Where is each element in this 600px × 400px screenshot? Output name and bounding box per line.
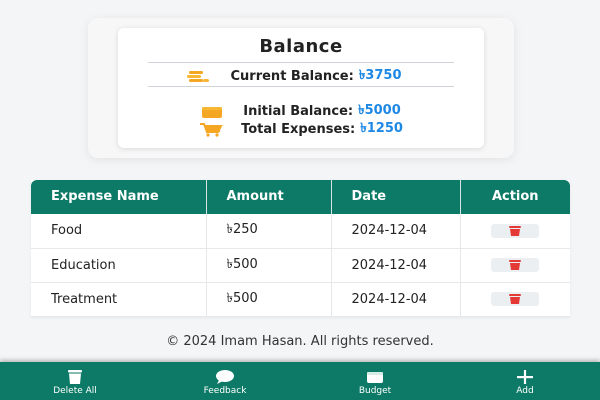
date-cell: 2024-12-04 — [331, 214, 461, 249]
amount-cell: ৳250 — [206, 214, 332, 249]
plus-icon — [517, 370, 533, 384]
chat-icon — [216, 370, 234, 384]
expense-table: Expense Name Amount Date Action Food ৳25… — [31, 180, 570, 317]
current-balance-value: ৳3750 — [358, 68, 402, 83]
trash-icon — [509, 294, 522, 304]
current-balance-row: Current Balance: ৳3750 — [118, 66, 484, 87]
divider — [148, 86, 454, 87]
header-action: Action — [491, 189, 539, 204]
action-cell — [460, 248, 570, 283]
bottom-nav: Delete All Feedback Budget Add — [0, 362, 600, 400]
cart-icon — [199, 122, 223, 137]
balance-title: Balance — [259, 36, 343, 57]
current-balance-label: Current Balance: — [230, 69, 354, 84]
trash-icon — [68, 370, 82, 384]
total-expenses-value: ৳1250 — [360, 121, 403, 136]
table-header-row: Expense Name Amount Date Action — [31, 180, 570, 214]
action-cell — [460, 214, 570, 249]
nav-label: Delete All — [53, 386, 97, 396]
action-cell — [460, 282, 570, 317]
wallet-icon — [201, 105, 223, 119]
total-expenses-row: Total Expenses: ৳1250 — [118, 119, 484, 140]
nav-add-button[interactable]: Add — [450, 362, 600, 400]
initial-balance-label: Initial Balance: — [243, 104, 354, 119]
table-row: Food ৳250 2024-12-04 — [31, 214, 570, 249]
header-date: Date — [331, 180, 461, 214]
copyright-text: © 2024 Imam Hasan. All rights reserved. — [166, 334, 434, 349]
expense-name-cell: Food — [31, 214, 207, 249]
balance-card: Balance Current Balance: ৳3750 Initial B… — [118, 28, 484, 148]
table-row: Treatment ৳500 2024-12-04 — [31, 282, 570, 317]
budget-icon — [367, 372, 383, 383]
delete-row-button[interactable] — [491, 292, 540, 306]
nav-label: Budget — [358, 386, 392, 396]
balance-section: Balance Current Balance: ৳3750 Initial B… — [88, 18, 514, 158]
trash-icon — [509, 260, 522, 270]
delete-row-button[interactable] — [491, 223, 540, 238]
nav-label: Feedback — [203, 386, 247, 396]
header-expense-name: Expense Name — [31, 180, 207, 214]
delete-row-button[interactable] — [491, 258, 540, 272]
expense-name-cell: Treatment — [31, 282, 207, 317]
table-row: Education ৳500 2024-12-04 — [31, 248, 570, 283]
date-cell: 2024-12-04 — [331, 282, 461, 317]
nav-delete-all-button[interactable]: Delete All — [0, 362, 150, 400]
nav-label: Add — [516, 386, 534, 396]
divider — [148, 62, 454, 63]
expense-name-cell: Education — [31, 248, 207, 283]
nav-budget-button[interactable]: Budget — [300, 362, 450, 400]
nav-feedback-button[interactable]: Feedback — [150, 362, 300, 400]
amount-cell: ৳500 — [206, 248, 332, 283]
coins-icon — [186, 70, 209, 84]
date-cell: 2024-12-04 — [331, 248, 461, 283]
header-amount: Amount — [206, 180, 332, 214]
trash-icon — [509, 225, 522, 236]
amount-cell: ৳500 — [206, 282, 332, 317]
total-expenses-label: Total Expenses: — [241, 122, 356, 137]
